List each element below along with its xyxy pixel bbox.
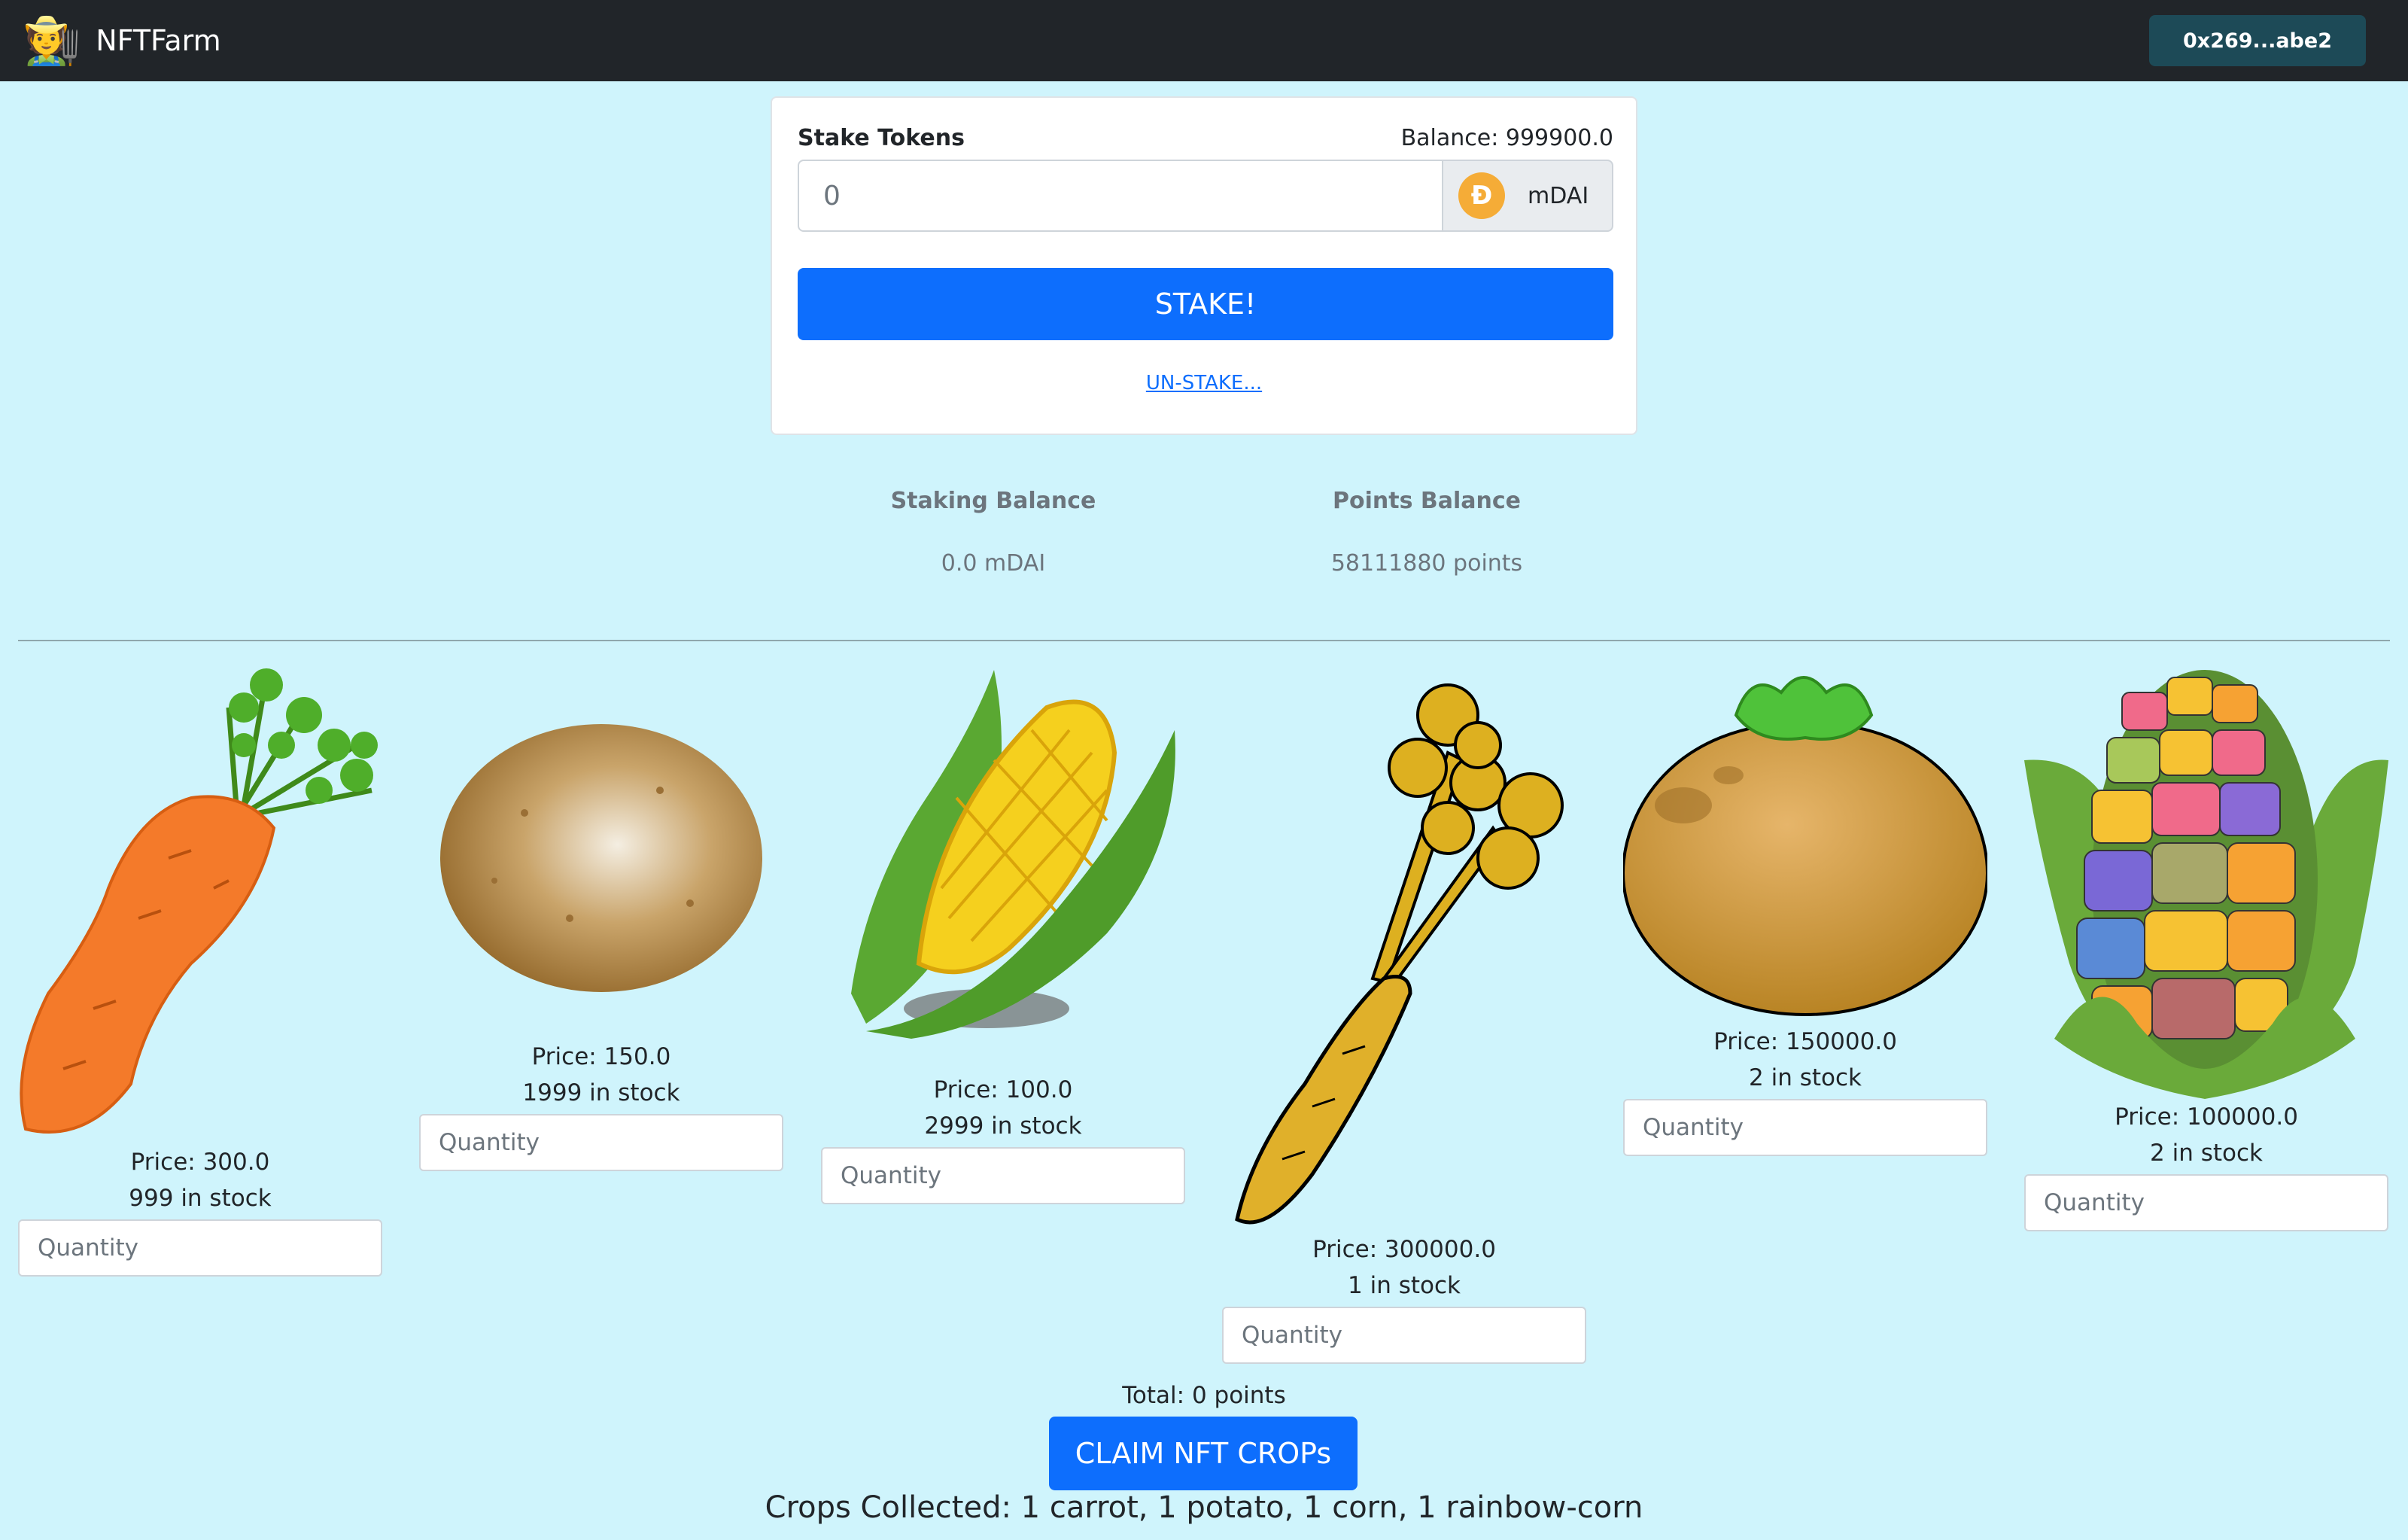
total-points: Total: 0 points: [1122, 1382, 1286, 1409]
potato-icon[interactable]: [419, 662, 783, 1039]
golden-potato-icon[interactable]: [1623, 662, 1987, 1024]
crop-price: Price: 100.0: [933, 1076, 1073, 1103]
rainbow-corn-icon[interactable]: [2024, 662, 2388, 1099]
stake-button[interactable]: STAKE!: [798, 268, 1613, 340]
crop-price: Price: 150.0: [531, 1043, 671, 1070]
crop-price: Price: 150000.0: [1713, 1028, 1897, 1055]
divider: [18, 640, 2390, 641]
dai-coin-icon: Ð: [1458, 172, 1505, 219]
golden-carrot-icon[interactable]: [1222, 662, 1586, 1231]
carrot-icon[interactable]: [18, 662, 382, 1144]
quantity-input[interactable]: [419, 1114, 783, 1171]
quantity-input[interactable]: [2024, 1174, 2388, 1231]
staking-balance-title: Staking Balance: [890, 488, 1096, 514]
quantity-input[interactable]: [1222, 1307, 1586, 1364]
stake-header: Stake Tokens Balance: 999900.0: [798, 125, 1613, 151]
token-addon: Ð mDAI: [1442, 160, 1613, 232]
stake-label: Stake Tokens: [798, 125, 965, 151]
unstake-link[interactable]: UN-STAKE...: [772, 372, 1636, 394]
crop-stock: 2999 in stock: [924, 1112, 1082, 1140]
quantity-input[interactable]: [1623, 1099, 1987, 1156]
crop-price: Price: 300000.0: [1312, 1236, 1496, 1263]
crop-card-rainbow-corn: Price: 100000.0 2 in stock: [2024, 662, 2388, 1231]
stake-card: Stake Tokens Balance: 999900.0 Ð mDAI ST…: [771, 96, 1637, 435]
farmer-icon: 🧑‍🌾: [23, 13, 81, 68]
crop-price: Price: 300.0: [130, 1149, 270, 1176]
token-balance: Balance: 999900.0: [1400, 125, 1613, 151]
crop-card-carrot: Price: 300.0 999 in stock: [18, 662, 382, 1277]
corn-icon[interactable]: [821, 662, 1185, 1072]
points-balance-value: 58111880 points: [1330, 550, 1523, 577]
crop-card-golden-carrot: Price: 300000.0 1 in stock: [1222, 662, 1586, 1364]
staking-balance-value: 0.0 mDAI: [941, 550, 1046, 577]
crop-stock: 2 in stock: [1749, 1064, 1862, 1091]
crops-collected: Crops Collected: 1 carrot, 1 potato, 1 c…: [765, 1490, 1643, 1525]
claim-nft-crops-button[interactable]: CLAIM NFT CROPs: [1049, 1417, 1358, 1490]
points-balance: Points Balance 58111880 points: [1276, 488, 1577, 577]
account-button[interactable]: 0x269...abe2: [2149, 15, 2366, 66]
crop-card-potato: Price: 150.0 1999 in stock: [419, 662, 783, 1171]
navbar: 🧑‍🌾 NFTFarm 0x269...abe2: [0, 0, 2408, 81]
stake-amount-input[interactable]: [798, 160, 1443, 232]
crop-card-golden-potato: Price: 150000.0 2 in stock: [1623, 662, 1987, 1156]
crop-stock: 999 in stock: [129, 1185, 272, 1212]
quantity-input[interactable]: [821, 1147, 1185, 1204]
crop-card-corn: Price: 100.0 2999 in stock: [821, 662, 1185, 1204]
crop-price: Price: 100000.0: [2115, 1103, 2298, 1131]
crop-stock: 1999 in stock: [522, 1079, 680, 1106]
crop-stock: 1 in stock: [1348, 1272, 1461, 1299]
token-symbol: mDAI: [1528, 182, 1589, 209]
quantity-input[interactable]: [18, 1219, 382, 1277]
staking-balance: Staking Balance 0.0 mDAI: [843, 488, 1144, 577]
points-balance-title: Points Balance: [1332, 488, 1521, 514]
brand-name: NFTFarm: [96, 24, 221, 57]
brand[interactable]: 🧑‍🌾 NFTFarm: [23, 17, 221, 64]
crop-stock: 2 in stock: [2150, 1140, 2263, 1167]
